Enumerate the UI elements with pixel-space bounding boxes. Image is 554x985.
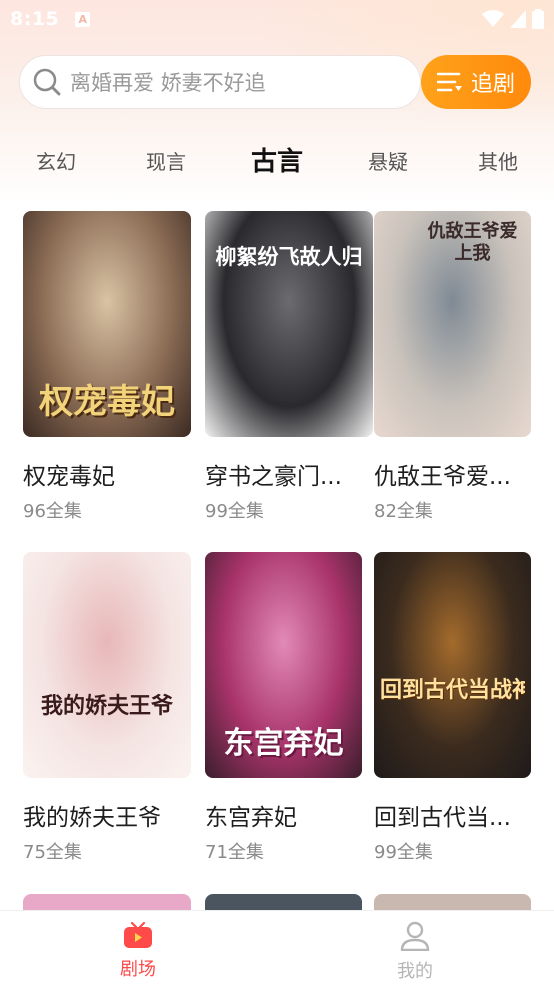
drama-card[interactable]: 仇敌王爷爱上我 仇敌王爷爱... 82全集 [374,211,542,523]
drama-title: 我的娇夫王爷 [23,805,161,831]
drama-card[interactable]: 我的娇夫王爷 我的娇夫王爷 75全集 [23,552,191,864]
status-time: 8:15 [10,8,60,30]
drama-title: 权宠毒妃 [23,464,115,490]
drama-episodes: 99全集 [374,842,433,863]
drama-episodes: 99全集 [205,501,264,522]
list-icon [436,72,462,92]
tab-mystery[interactable]: 悬疑 [368,140,408,184]
tab-other[interactable]: 其他 [478,140,518,184]
nav-theater[interactable]: 剧场 [98,921,178,981]
search-icon [33,68,61,96]
drama-poster[interactable]: 回到古代当战神 [374,552,531,778]
tab-fantasy[interactable]: 玄幻 [36,140,76,184]
nav-profile[interactable]: 我的 [375,921,455,983]
poster-title: 东宫弃妃 [223,726,344,761]
follow-button[interactable]: 追剧 [421,55,531,109]
poster-title: 权宠毒妃 [39,382,175,422]
drama-poster[interactable]: 权宠毒妃 [23,211,191,437]
drama-episodes: 82全集 [374,501,433,522]
drama-poster[interactable]: 仇敌王爷爱上我 [374,211,531,437]
tab-modern[interactable]: 现言 [146,140,186,184]
drama-title: 回到古代当... [374,805,511,831]
drama-episodes: 96全集 [23,501,82,522]
search-row: 离婚再爱 娇妻不好追 追剧 [19,55,531,109]
bottom-nav: 剧场 我的 [0,910,554,985]
search-input[interactable]: 离婚再爱 娇妻不好追 [19,55,421,109]
tv-icon [124,921,152,948]
drama-title: 仇敌王爷爱... [374,464,511,490]
drama-title: 穿书之豪门... [205,464,342,490]
tab-ancient[interactable]: 古言 [251,140,303,184]
signal-icon [510,10,526,28]
drama-episodes: 71全集 [205,842,264,863]
poster-title: 我的娇夫王爷 [40,693,173,719]
drama-card[interactable]: 回到古代当战神 回到古代当... 99全集 [374,552,542,864]
wifi-icon [482,10,504,27]
drama-poster[interactable]: 东宫弃妃 [205,552,362,778]
status-bar: 8:15 A [0,0,554,38]
drama-title: 东宫弃妃 [205,805,297,831]
battery-icon [532,9,544,29]
nav-profile-label: 我的 [397,961,433,982]
drama-card[interactable]: 柳絮纷飞故人归 穿书之豪门... 99全集 [205,211,373,523]
drama-poster[interactable]: 我的娇夫王爷 [23,552,191,778]
person-icon [400,921,430,951]
nav-theater-label: 剧场 [120,959,156,980]
drama-poster[interactable]: 柳絮纷飞故人归 [205,211,373,437]
notification-icon: A [75,11,91,27]
drama-episodes: 75全集 [23,842,82,863]
drama-card[interactable]: 权宠毒妃 权宠毒妃 96全集 [23,211,191,523]
follow-button-label: 追剧 [470,72,515,97]
poster-title: 回到古代当战神 [380,677,525,703]
poster-title: 仇敌王爷爱上我 [427,221,518,264]
poster-title: 柳絮纷飞故人归 [215,244,363,269]
drama-card[interactable]: 东宫弃妃 东宫弃妃 71全集 [205,552,373,864]
search-placeholder: 离婚再爱 娇妻不好追 [70,71,266,95]
category-tabs: 玄幻 现言 古言 悬疑 其他 [0,140,554,184]
